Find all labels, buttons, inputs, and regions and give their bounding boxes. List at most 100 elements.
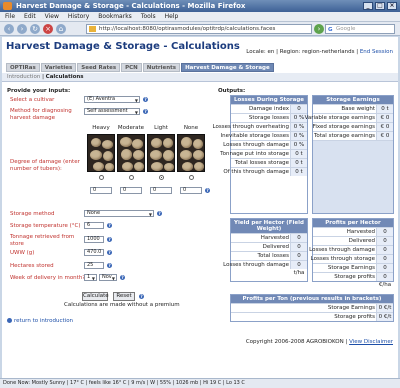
window-controls: _ □ × [363, 2, 397, 10]
reset-button[interactable]: Reset [113, 292, 135, 301]
tab-optiras[interactable]: OPTIRas [6, 63, 40, 72]
help-icon[interactable]: ? [139, 294, 144, 299]
tab-pcn[interactable]: PCN [121, 63, 142, 72]
menu-bookmarks[interactable]: Bookmarks [98, 12, 132, 21]
damage-input-light[interactable]: 0 [150, 187, 172, 194]
tonnage-input[interactable]: 1000 [84, 236, 104, 243]
address-bar[interactable]: http://localhost:8080/optirasmodules/opt… [86, 24, 312, 34]
tuber-image-moderate [117, 134, 145, 172]
menu-view[interactable]: View [45, 12, 59, 21]
damage-radio-none[interactable] [189, 175, 194, 180]
stop-button[interactable]: × [43, 24, 53, 34]
yield-value: 0 t/ha [290, 261, 307, 276]
profits-ha-row: Losses through damage0 €/ha [309, 245, 393, 261]
menu-tools[interactable]: Tools [141, 12, 156, 21]
damage-input-moderate[interactable]: 0 [120, 187, 142, 194]
close-button[interactable]: × [387, 2, 397, 10]
breadcrumb: Introduction | Calculations [2, 73, 398, 82]
help-icon[interactable]: ? [107, 250, 112, 255]
storage-method-select[interactable]: None ▼ [84, 210, 154, 217]
earnings-filler [313, 140, 393, 213]
col-heavy: Heavy [92, 125, 110, 131]
profits-ha-row: Delivered0 €/ha [313, 236, 393, 252]
disclaimer-link[interactable]: View Disclaimer [349, 339, 393, 345]
go-button[interactable]: › [314, 24, 324, 34]
damage-radio-heavy[interactable] [99, 175, 104, 180]
chevron-down-icon: ▼ [91, 276, 95, 281]
menu-edit[interactable]: Edit [24, 12, 36, 21]
help-icon[interactable]: ? [107, 263, 112, 268]
losses-value: 0 t [290, 168, 307, 176]
help-icon[interactable]: ? [157, 211, 162, 216]
damage-input-heavy[interactable]: 0 [90, 187, 112, 194]
method-label: Method for diagnosing harvest damage [10, 108, 72, 121]
losses-panel-title: Losses During Storage [231, 96, 307, 104]
tab-seed-rates[interactable]: Seed Rates [77, 63, 121, 72]
help-icon[interactable]: ? [205, 188, 210, 193]
month-select[interactable]: Nov ▼ [99, 274, 117, 281]
status-bar: Done Now: Mostly Sunny | 17° C | feels l… [0, 378, 400, 388]
tab-harvest-damage-storage[interactable]: Harvest Damage & Storage [181, 63, 274, 72]
navigation-toolbar: ‹ › ↻ × ⌂ http://localhost:8080/optirasm… [0, 22, 400, 36]
losses-row: Damage index 0 [231, 104, 307, 113]
tab-varieties[interactable]: Varieties [40, 63, 77, 72]
breadcrumb-current: Calculations [45, 74, 84, 80]
storage-temp-input[interactable]: 6 [84, 222, 104, 229]
earnings-value: 0 t [376, 105, 393, 113]
profits-ton-row: Storage profits 0 €/t [231, 312, 393, 321]
losses-label: Of this through damage [223, 169, 289, 175]
search-box[interactable]: G Google [325, 24, 395, 34]
back-button[interactable]: ‹ [4, 24, 14, 34]
home-button[interactable]: ⌂ [56, 24, 66, 34]
earnings-row: Fixed storage earnings € 0 [313, 122, 393, 131]
losses-row: Losses through overheating 0 % [213, 122, 307, 131]
damage-input-none[interactable]: 0 [180, 187, 202, 194]
firefox-icon [3, 2, 12, 10]
losses-row: Inevitable storage losses 0 % [221, 131, 307, 140]
help-icon[interactable]: ? [107, 237, 112, 242]
help-icon[interactable]: ? [107, 223, 112, 228]
maximize-button[interactable]: □ [375, 2, 385, 10]
tuber-image-heavy [87, 134, 115, 172]
earnings-row: Total storage earnings € 0 [313, 131, 393, 140]
profits-ha-label: Losses through storage [310, 256, 375, 262]
yield-row: Total losses0 t/ha [231, 251, 307, 267]
menu-help[interactable]: Help [165, 12, 179, 21]
tab-nutrients[interactable]: Nutrients [142, 63, 181, 72]
outputs-heading: Outputs: [218, 88, 246, 94]
uww-input[interactable]: 470.0 [84, 249, 104, 256]
end-session-link[interactable]: End Session [360, 49, 393, 55]
forward-button[interactable]: › [17, 24, 27, 34]
damage-radio-light[interactable] [159, 175, 164, 180]
menu-bar: File Edit View History Bookmarks Tools H… [0, 12, 400, 22]
yield-row: Harvested0 t/ha [231, 233, 307, 249]
search-placeholder: Google [336, 26, 356, 32]
cultivar-select[interactable]: (E) Aventra ▼ [84, 96, 140, 103]
minimize-button[interactable]: _ [363, 2, 373, 10]
help-icon[interactable]: ? [143, 97, 148, 102]
calculate-button[interactable]: Calculate [82, 292, 109, 301]
profits-ha-rows: Harvested0 €/haDelivered0 €/haLosses thr… [309, 227, 393, 288]
method-select[interactable]: Self assessment ▼ [84, 108, 140, 115]
profits-ha-value: 0 €/ha [376, 264, 393, 279]
yield-rows: Harvested0 t/haDelivered0 t/haTotal loss… [223, 233, 307, 276]
menu-history[interactable]: History [68, 12, 89, 21]
hectares-input[interactable]: 25 [84, 262, 104, 269]
return-intro-link[interactable]: return to introduction [7, 318, 73, 324]
menu-file[interactable]: File [5, 12, 15, 21]
window-title: Harvest Damage & Storage - Calculations … [16, 2, 246, 10]
breadcrumb-introduction[interactable]: Introduction [7, 74, 40, 80]
week-value: 1 [87, 274, 91, 280]
profits-ton-panel-title: Profits per Ton (previous results in bra… [231, 295, 393, 303]
week-select[interactable]: 1 ▼ [84, 274, 97, 281]
help-icon[interactable]: ? [120, 275, 125, 280]
uww-label: UWW (g) [10, 250, 35, 256]
profits-ha-label: Harvested [346, 229, 375, 235]
profits-ton-label: Storage profits [334, 314, 375, 320]
earnings-value: € 0 [376, 132, 393, 140]
help-icon[interactable]: ? [143, 109, 148, 114]
reload-button[interactable]: ↻ [30, 24, 40, 34]
damage-radio-moderate[interactable] [129, 175, 134, 180]
yield-panel-title: Yield per Hector (Field Weight) [231, 219, 307, 233]
profits-ha-value: 0 €/ha [376, 246, 393, 261]
